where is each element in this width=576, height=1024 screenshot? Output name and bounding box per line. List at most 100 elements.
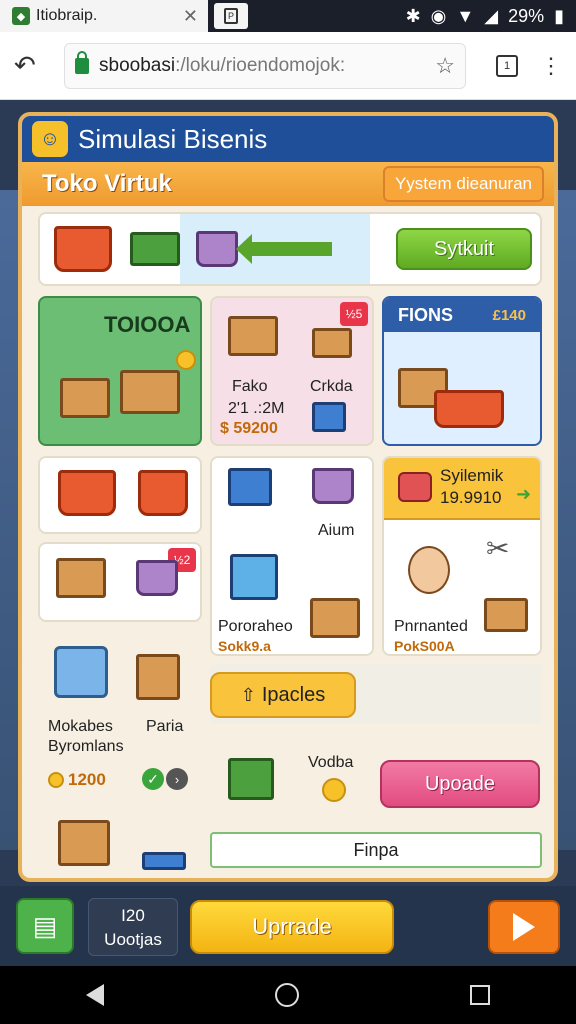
background-left [0,190,18,850]
vegetable-box-icon [310,598,360,638]
lock-icon [75,50,89,74]
battery-icon: ▮ [554,5,564,26]
products-card[interactable]: ½5 Fako Crkda 2'1 .:2M $ 59200 [210,296,374,446]
coin-icon [176,350,196,370]
tab-switcher-icon[interactable]: 1 [496,54,518,77]
cart-red-icon [58,470,116,516]
upgrades-tab-label: Ipacles [261,683,326,706]
upgrade-arrow-icon: ⇧ [240,684,256,705]
nav-back-icon[interactable] [85,984,104,1006]
second-tab[interactable]: P [214,3,248,29]
wifi-icon: ▼ [456,5,475,26]
finpa-button[interactable]: Finpa [210,832,542,868]
chevron-right-icon[interactable]: › [166,768,188,790]
tools-icon: ✂ [486,533,510,564]
promo-price: PokS00A [394,638,455,654]
store-title: Toko Virtuk [42,170,172,197]
close-tab-icon[interactable]: ✕ [183,6,198,27]
check-icon[interactable]: ✓ [142,768,164,790]
goods-label-2: Pororaheo [218,618,293,635]
crate-stack-icon [56,558,106,598]
item-name-2: Byromlans [48,738,124,755]
main-upgrade-button[interactable]: Uprrade [190,900,394,954]
fions-card[interactable]: FIONS £140 [382,296,542,446]
carts-card[interactable] [38,456,202,534]
store-subheader: Toko Virtuk Yystem dieanuran [22,162,554,206]
discount-badge: ½5 [340,302,368,326]
nav-recents-icon[interactable] [470,985,491,1005]
green-goods-icon [484,598,528,632]
coin-icon-small [48,772,64,788]
boxes-cart-card[interactable]: ½2 [38,542,202,622]
fions-value: £140 [492,306,526,324]
upgrades-tab[interactable]: ⇧ Ipacles [210,672,356,718]
system-nav-bar [0,966,576,1024]
cart-products-icon[interactable] [196,231,238,267]
status-button[interactable]: Yystem dieanuran [382,166,544,202]
tab-title: Itiobraip. [36,7,98,24]
level-value: I20 [121,906,145,925]
favicon-icon: ◆ [12,7,30,25]
goods-label-1: Aium [318,522,355,539]
background-right [558,190,576,850]
browser-tab[interactable]: ◆ Itiobraip. ✕ [0,0,208,32]
item-name-3: Paria [146,718,184,735]
cooler-icon [230,554,278,600]
bottom-toolbar: ▤ I20 Uootjas Uprrade [0,886,576,966]
bookmark-star-icon[interactable]: ☆ [435,53,455,79]
transfer-arrow-icon [236,234,332,264]
item-name-1: Mokabes [48,718,113,735]
alarm-icon: ◉ [430,5,447,26]
upgrade-button[interactable]: Upoade [380,760,540,808]
hand-truck-icon[interactable] [136,654,180,700]
play-button[interactable] [488,900,560,954]
promo-label: Pnrnanted [394,618,468,635]
url-host: sboobasi [99,54,176,76]
product-name-1: Fako [232,378,268,395]
fions-header: FIONS £140 [384,298,540,332]
system-icons: ✱ ◉ ▼ ◢ 29% ▮ [406,6,576,27]
blue-crate-icon[interactable] [142,852,186,870]
signal-icon: ◢ [484,5,499,26]
level-display[interactable]: I20 Uootjas [88,898,178,956]
boxes-icon[interactable] [130,232,180,266]
back-arrow-icon[interactable]: ↶ [14,50,54,81]
device-icon [312,402,346,432]
cart-icon[interactable] [54,226,112,272]
url-bar: ↶ sboobasi:/loku/rioendomojok: ☆ 1 ⋮ [0,32,576,100]
crate-icon [120,370,180,414]
overflow-menu-icon[interactable]: ⋮ [540,53,562,79]
customer-avatar [408,546,450,594]
banner-line-1: Syilemik [440,466,504,485]
sytkuit-button[interactable]: Sytkuit [396,228,532,270]
small-box-icon [312,328,352,358]
promo-card[interactable]: Syilemik 19.9910 ➜ ✂ Pnrnanted PokS00A [382,456,542,656]
fions-title: FIONS [398,304,454,325]
page-icon: P [224,8,238,24]
item-price: 1200 [68,770,106,789]
book-icon[interactable]: ▤ [16,898,74,954]
promo-banner[interactable]: Syilemik 19.9910 ➜ [384,458,540,520]
app-header: ☺ Simulasi Bisenis [22,116,554,162]
top-item-row: Sytkuit [38,212,542,286]
goods-card[interactable]: Aium Pororaheo Sokk9.a [210,456,374,656]
address-field[interactable]: sboobasi:/loku/rioendomojok: ☆ [64,42,466,89]
shopkeeper-box-icon [60,378,110,418]
banner-line-2: 19.9910 [440,488,502,507]
app-title: Simulasi Bisenis [78,123,268,154]
product-price: $ 59200 [220,420,278,437]
nav-home-icon[interactable] [274,983,299,1007]
product-box-icon [228,316,278,356]
level-label: Uootjas [104,930,162,949]
cart-gray-icon [312,468,354,504]
store-card[interactable]: TOIOOA [38,296,202,446]
game-panel: ☺ Simulasi Bisenis Toko Virtuk Yystem di… [18,112,558,882]
trolley-icon[interactable] [54,646,108,698]
gift-box-icon[interactable] [58,820,110,866]
product-name-2: Crkda [310,378,353,395]
blue-box-icon [228,468,272,506]
goods-price-2: Sokk9.a [218,638,271,654]
url-text[interactable]: sboobasi:/loku/rioendomojok: [99,55,435,77]
cart-fruit-icon [138,470,188,516]
blocks-icon [228,758,274,800]
